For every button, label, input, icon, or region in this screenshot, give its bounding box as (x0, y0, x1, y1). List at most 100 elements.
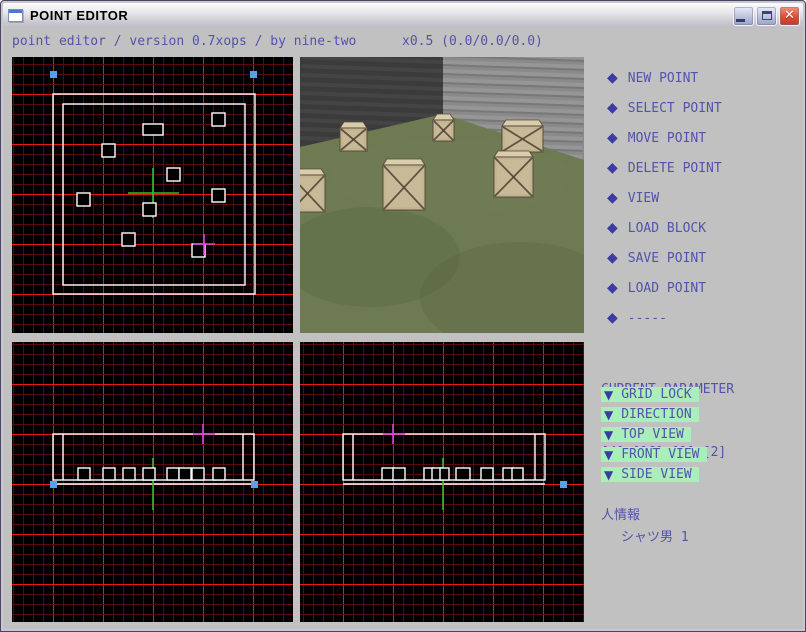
toggle-side-view[interactable]: ▼ SIDE VIEW (601, 467, 699, 482)
triangle-down-icon: ▼ (604, 469, 613, 481)
crate (502, 120, 543, 152)
crate-profile (213, 468, 225, 480)
diamond-icon: ◆ (607, 71, 618, 85)
menu-item-label: VIEW (628, 191, 659, 206)
menu-item-label: DELETE POINT (628, 161, 722, 176)
menu: ◆ NEW POINT ◆ SELECT POINT ◆ MOVE POINT ◆ DE… (600, 57, 802, 333)
maximize-button[interactable] (756, 6, 777, 26)
menu-item-load-block[interactable]: ◆ LOAD BLOCK (600, 213, 802, 243)
toggle-front-view[interactable]: ▼ FRONT VIEW (601, 447, 707, 462)
point-marker[interactable] (102, 144, 115, 157)
point-marker[interactable] (122, 233, 135, 246)
crate (300, 169, 325, 212)
toggle-label: SIDE VIEW (621, 467, 691, 482)
crate-profile (192, 468, 204, 480)
crate-profile (103, 468, 115, 480)
selection-handle[interactable] (50, 71, 57, 78)
menu-item-move-point[interactable]: ◆ MOVE POINT (600, 123, 802, 153)
point-marker[interactable] (143, 203, 156, 216)
crate-profile (167, 468, 179, 480)
toggle-direction[interactable]: ▼ DIRECTION (601, 407, 699, 422)
point-marker[interactable] (192, 244, 205, 257)
sidebar: ◆ NEW POINT ◆ SELECT POINT ◆ MOVE POINT ◆ DE… (600, 57, 802, 623)
menu-item-label: NEW POINT (628, 71, 698, 86)
selection-handle[interactable] (251, 481, 258, 488)
crate (494, 151, 533, 197)
titlebar-buttons: ✕ (733, 6, 803, 26)
window-title: POINT EDITOR (30, 8, 128, 23)
diamond-icon: ◆ (607, 311, 618, 325)
crate (340, 122, 367, 151)
toggle-list: ▼ GRID LOCK ▼ DIRECTION ▼ TOP VIEW ▼ FRONT V… (601, 387, 707, 487)
perspective-viewport[interactable] (300, 57, 584, 333)
maximize-icon (762, 11, 772, 20)
menu-item-load-point[interactable]: ◆ LOAD POINT (600, 273, 802, 303)
menu-item-label: MOVE POINT (628, 131, 706, 146)
crate-profile (456, 468, 470, 480)
crate-profile (78, 468, 90, 480)
crate (433, 114, 454, 141)
menu-item-select-point[interactable]: ◆ SELECT POINT (600, 93, 802, 123)
selection-handle[interactable] (50, 481, 57, 488)
crate-profile (123, 468, 135, 480)
menu-item-label: SELECT POINT (628, 101, 722, 116)
crate-profile (382, 468, 394, 480)
minimize-icon (736, 19, 745, 22)
zoom-coordinates-text: x0.5 (0.0/0.0/0.0) (402, 34, 543, 49)
diamond-icon: ◆ (607, 161, 618, 175)
toggle-label: FRONT VIEW (621, 447, 699, 462)
point-marker[interactable] (167, 168, 180, 181)
side-view-viewport[interactable] (300, 342, 584, 622)
titlebar[interactable]: POINT EDITOR ✕ (3, 3, 803, 28)
menu-item-save-point[interactable]: ◆ SAVE POINT (600, 243, 802, 273)
point-marker[interactable] (212, 189, 225, 202)
diamond-icon: ◆ (607, 281, 618, 295)
crate-profile (512, 468, 523, 480)
crate-profile (393, 468, 405, 480)
menu-item-view[interactable]: ◆ VIEW (600, 183, 802, 213)
menu-item-separator[interactable]: ◆ ----- (600, 303, 802, 333)
toggle-label: TOP VIEW (621, 427, 684, 442)
crate (383, 159, 425, 210)
crate-profile (440, 468, 449, 480)
close-button[interactable]: ✕ (779, 6, 800, 26)
triangle-down-icon: ▼ (604, 409, 613, 421)
diamond-icon: ◆ (607, 191, 618, 205)
close-icon: ✕ (784, 9, 795, 22)
diamond-icon: ◆ (607, 101, 618, 115)
selection-handle[interactable] (250, 71, 257, 78)
person-info-label: 人情報 (601, 505, 689, 527)
client-area: point editor / version 0.7xops / by nine… (3, 28, 803, 629)
menu-item-delete-point[interactable]: ◆ DELETE POINT (600, 153, 802, 183)
triangle-down-icon: ▼ (604, 389, 613, 401)
person-info-block: 人情報 シャツ男 1 (601, 505, 689, 549)
selection-handle[interactable] (560, 481, 567, 488)
minimize-button[interactable] (733, 6, 754, 26)
toggle-top-view[interactable]: ▼ TOP VIEW (601, 427, 691, 442)
front-view-viewport[interactable] (12, 342, 293, 622)
point-editor-window: POINT EDITOR ✕ point editor / version 0.… (0, 0, 806, 632)
top-view-viewport[interactable] (12, 57, 293, 333)
crate-profile (179, 468, 191, 480)
window-icon (8, 9, 23, 22)
person-info-value: シャツ男 1 (601, 527, 689, 549)
menu-item-label: LOAD POINT (628, 281, 706, 296)
diamond-icon: ◆ (607, 221, 618, 235)
point-marker[interactable] (212, 113, 225, 126)
diamond-icon: ◆ (607, 251, 618, 265)
point-marker[interactable] (143, 124, 163, 135)
triangle-down-icon: ▼ (604, 429, 613, 441)
menu-item-new-point[interactable]: ◆ NEW POINT (600, 63, 802, 93)
menu-item-label: LOAD BLOCK (628, 221, 706, 236)
crate-profile (481, 468, 493, 480)
app-version-text: point editor / version 0.7xops / by nine… (12, 34, 356, 49)
crate-profile (143, 468, 155, 480)
triangle-down-icon: ▼ (604, 449, 613, 461)
toggle-label: DIRECTION (621, 407, 691, 422)
diamond-icon: ◆ (607, 131, 618, 145)
menu-item-label: SAVE POINT (628, 251, 706, 266)
point-marker[interactable] (77, 193, 90, 206)
menu-item-label: ----- (628, 311, 667, 326)
toggle-grid-lock[interactable]: ▼ GRID LOCK (601, 387, 699, 402)
toggle-label: GRID LOCK (621, 387, 691, 402)
